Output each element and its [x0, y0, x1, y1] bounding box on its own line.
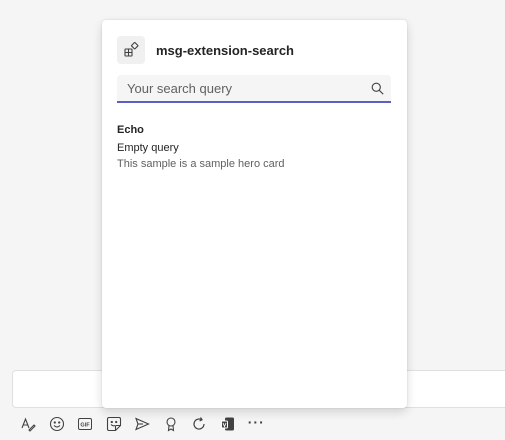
result-item-title: Empty query: [117, 142, 179, 154]
apps-icon: [117, 36, 145, 64]
gif-icon[interactable]: GIF: [71, 412, 100, 436]
search-input[interactable]: [117, 76, 363, 100]
result-item-description: This sample is a sample hero card: [117, 158, 285, 170]
messaging-extension-flyout: msg-extension-search Echo Empty query Th…: [102, 20, 407, 408]
loop-icon[interactable]: [185, 412, 214, 436]
compose-toolbar: GIF ···: [14, 412, 271, 436]
format-icon[interactable]: [14, 412, 43, 436]
flyout-header: msg-extension-search: [117, 36, 294, 64]
gif-label: GIF: [81, 423, 91, 429]
search-results: Echo Empty query This sample is a sample…: [117, 123, 285, 171]
more-options-button[interactable]: ···: [242, 412, 271, 436]
app-icon[interactable]: [214, 412, 243, 436]
app-title: msg-extension-search: [156, 42, 294, 58]
search-box[interactable]: [117, 75, 391, 103]
emoji-icon[interactable]: [43, 412, 72, 436]
sticker-icon[interactable]: [100, 412, 129, 436]
send-icon[interactable]: [128, 412, 157, 436]
result-item[interactable]: Empty query This sample is a sample hero…: [117, 141, 285, 171]
results-section-title: Echo: [117, 124, 144, 136]
praise-icon[interactable]: [157, 412, 186, 436]
search-icon[interactable]: [363, 76, 391, 100]
more-options-icon: ···: [247, 414, 265, 430]
